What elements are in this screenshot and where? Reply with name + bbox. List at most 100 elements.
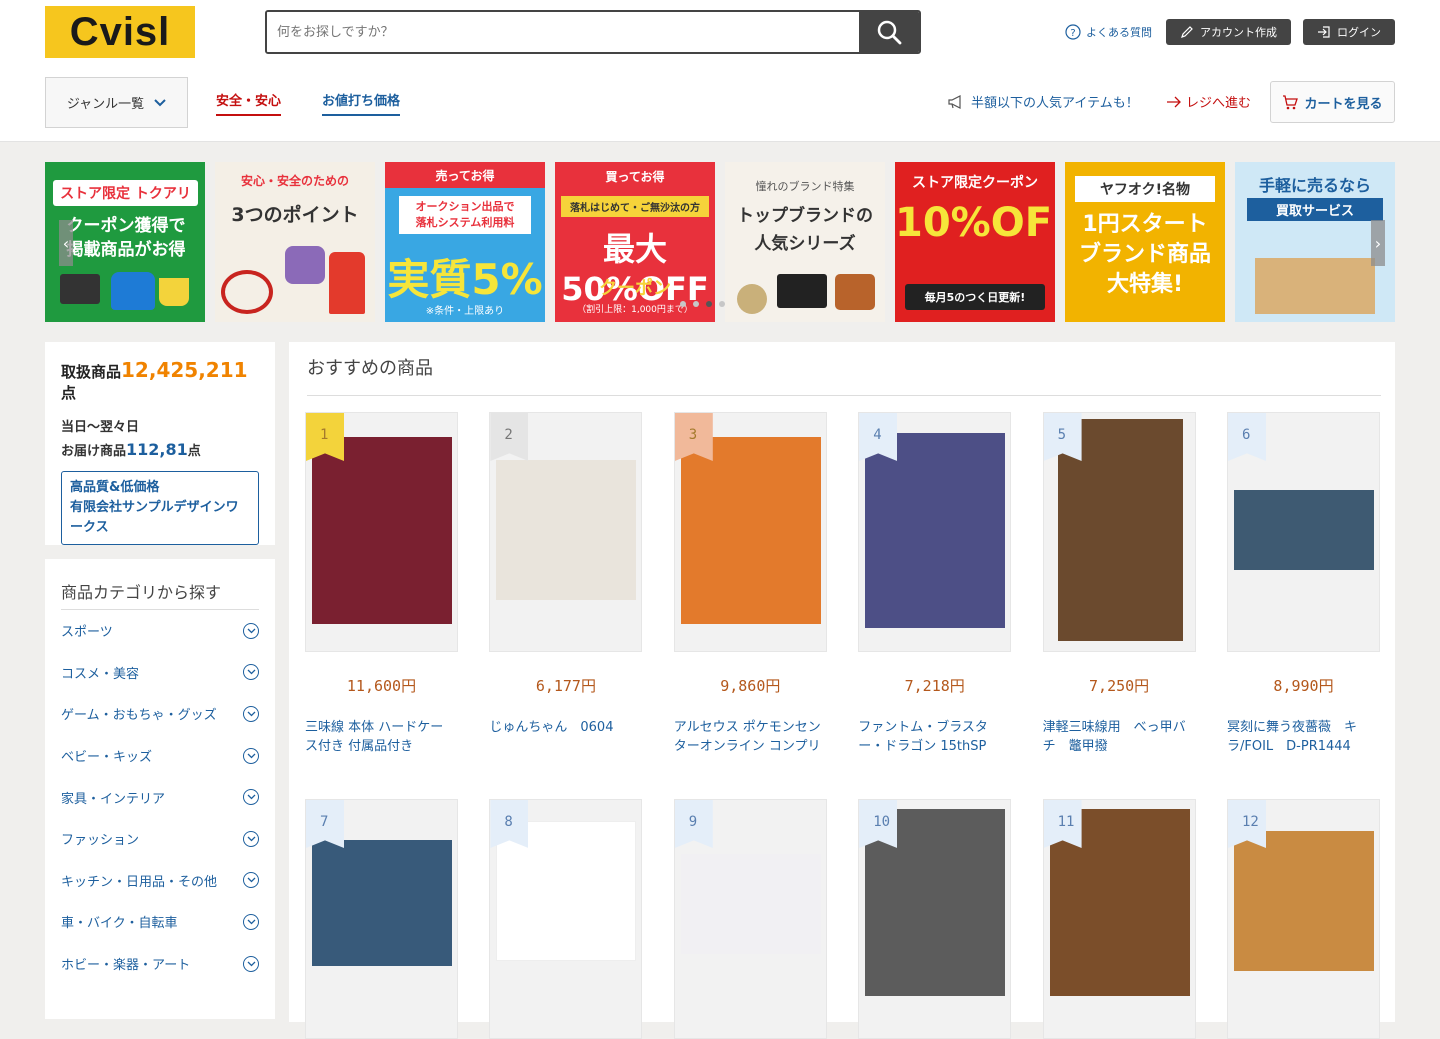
- genre-dropdown[interactable]: ジャンル一覧: [45, 77, 188, 128]
- total-unit: 点: [61, 384, 77, 402]
- banner-top-brands[interactable]: 憧れのブランド特集 トップブランドの 人気シリーズ: [725, 162, 885, 322]
- signup-button[interactable]: アカウント作成: [1166, 19, 1291, 45]
- site-logo[interactable]: Cvisl: [45, 6, 195, 58]
- search-bar: [265, 10, 921, 54]
- category-label: ベビー・キッズ: [61, 750, 153, 766]
- rank-badge: 6: [1228, 413, 1266, 461]
- svg-text:?: ?: [1070, 28, 1075, 39]
- checkout-link[interactable]: レジへ進む: [1166, 92, 1251, 111]
- chevron-down-icon[interactable]: [243, 830, 259, 847]
- login-icon: [1318, 26, 1330, 38]
- delivery-items: 当日〜翌々日 お届け商品112,81点: [61, 417, 259, 463]
- chevron-down-icon[interactable]: [243, 872, 259, 889]
- category-sidebar: 商品カテゴリから探す スポーツ コスメ・美容 ゲーム・おもちゃ・グッズ ベビー・キッズ…: [45, 559, 275, 1019]
- product-image-frame[interactable]: 2: [489, 412, 643, 652]
- chevron-down-icon[interactable]: [243, 913, 259, 930]
- carousel-dot[interactable]: [680, 301, 686, 307]
- banner-one-yen[interactable]: ヤフオク!名物 1円スタート ブランド商品 大特集!: [1065, 162, 1225, 322]
- stats-panel: 取扱商品12,425,211 点 当日〜翌々日 お届け商品112,81点 高品質&…: [45, 342, 275, 545]
- banner-3-note: ※条件・上限あり: [425, 306, 505, 317]
- tab-bargain[interactable]: お値打ち価格: [322, 90, 401, 116]
- tab-safety[interactable]: 安全・安心: [216, 90, 282, 116]
- carousel-next-button[interactable]: ›: [1371, 220, 1385, 266]
- coat-icon: [329, 252, 365, 314]
- banner-4-sub: 落札はじめて・ご無沙汰の方: [561, 196, 709, 217]
- recommend-title: おすすめの商品: [307, 358, 433, 379]
- login-button[interactable]: ログイン: [1303, 19, 1395, 45]
- banner-store-coupon[interactable]: ストア限定クーポン 10%OFF 毎月5のつく日更新!: [895, 162, 1055, 322]
- category-item[interactable]: スポーツ: [61, 610, 259, 652]
- carousel-prev-button[interactable]: ‹: [59, 220, 73, 266]
- product-image-frame[interactable]: 4: [858, 412, 1012, 652]
- category-item[interactable]: ホビー・楽器・アート: [61, 943, 259, 985]
- product-title[interactable]: じゅんちゃん 0604: [489, 718, 639, 756]
- category-item[interactable]: コスメ・美容: [61, 652, 259, 694]
- carousel-dot[interactable]: [719, 301, 725, 307]
- product-title[interactable]: 津軽三味線用 べっ甲バチ 鼈甲撥: [1043, 718, 1193, 756]
- cart-button[interactable]: カートを見る: [1270, 81, 1395, 123]
- carousel-dot-active[interactable]: [706, 301, 712, 307]
- banner-7-main: 1円スタート ブランド商品 大特集!: [1078, 212, 1211, 297]
- category-item[interactable]: キッチン・日用品・その他: [61, 860, 259, 902]
- faq-link[interactable]: ? よくある質問: [1065, 24, 1152, 40]
- category-item[interactable]: 家具・インテリア: [61, 776, 259, 818]
- product-image-frame[interactable]: 10: [858, 799, 1012, 1039]
- shop-link[interactable]: 高品質&低価格 有限会社サンプルデザインワークス: [61, 471, 259, 545]
- mug-icon: [159, 278, 189, 306]
- chevron-down-icon[interactable]: [243, 664, 259, 681]
- carousel-dots: [680, 301, 725, 307]
- banner-5-main: トップブランドの 人気シリーズ: [737, 206, 873, 254]
- banner-3-main: 実質5%: [387, 255, 543, 304]
- banner-seller-fee[interactable]: 売ってお得 オークション出品で 落札システム利用料 実質5% ※条件・上限あり: [385, 162, 545, 322]
- product-image-frame[interactable]: 5: [1042, 412, 1196, 652]
- product-title[interactable]: アルセウス ポケモンセンターオンライン コンプリート: [674, 718, 824, 756]
- checkout-label: レジへ進む: [1186, 96, 1252, 111]
- category-label: コスメ・美容: [61, 666, 140, 682]
- promo-text: 半額以下の人気アイテムも！: [971, 96, 1139, 111]
- product-title[interactable]: 三味線 本体 ハードケース付き 付属品付き: [305, 718, 455, 756]
- category-item[interactable]: 車・バイク・自転車: [61, 901, 259, 943]
- product-price: 11,600円: [346, 677, 417, 695]
- banner-buyer-coupon[interactable]: 買ってお得 落札はじめて・ご無沙汰の方 最大50%OFF クーポン （割引上限：…: [555, 162, 715, 322]
- product-image-frame[interactable]: 6: [1227, 412, 1380, 652]
- banner-2-main: 3つのポイント: [231, 204, 359, 226]
- product-image-frame[interactable]: 11: [1042, 799, 1196, 1039]
- banner-8-top: 手軽に売るなら: [1258, 176, 1371, 195]
- chevron-down-icon[interactable]: [243, 705, 259, 722]
- delivery-label: 当日〜翌々日: [61, 420, 140, 435]
- product-photo: [865, 433, 1006, 628]
- delivery-count: 112,81: [126, 440, 188, 459]
- category-list: スポーツコスメ・美容ゲーム・おもちゃ・グッズベビー・キッズ家具・インテリア ファッ…: [61, 610, 259, 984]
- total-count: 12,425,211: [121, 358, 248, 382]
- product-image-frame[interactable]: 3: [673, 412, 827, 652]
- banner-1-top: ストア限定 トクアリ: [53, 180, 198, 206]
- banner-carousel: ストア限定 トクアリ クーポン獲得で 掲載商品がお得 安心・安全のための 3つの…: [45, 162, 1395, 322]
- promo-link[interactable]: 半額以下の人気アイテムも！: [948, 92, 1139, 111]
- chevron-down-icon[interactable]: [243, 622, 259, 639]
- product-image-frame[interactable]: 9: [673, 799, 827, 1039]
- delivery-label2: お届け商品: [61, 444, 127, 459]
- chevron-down-icon[interactable]: [243, 789, 259, 806]
- product-title[interactable]: 冥刻に舞う夜薔薇 キラ/FOIL D-PR1444: [1227, 718, 1377, 756]
- product-image-frame[interactable]: 7: [305, 799, 458, 1039]
- search-button[interactable]: [859, 12, 919, 52]
- banner-7-top: ヤフオク!名物: [1075, 176, 1215, 202]
- product-photo: [1234, 490, 1374, 570]
- product-image-frame[interactable]: 8: [489, 799, 643, 1039]
- watch-icon: [737, 284, 767, 314]
- banner-safety-points[interactable]: 安心・安全のための 3つのポイント: [215, 162, 375, 322]
- product-photo: [680, 437, 821, 624]
- category-item[interactable]: ファッション: [61, 818, 259, 860]
- chevron-down-icon[interactable]: [243, 955, 259, 972]
- search-input[interactable]: [267, 12, 859, 52]
- total-label: 取扱商品: [61, 363, 122, 381]
- category-label: キッチン・日用品・その他: [61, 874, 218, 890]
- product-image-frame[interactable]: 12: [1227, 799, 1380, 1039]
- category-item[interactable]: ゲーム・おもちゃ・グッズ: [61, 693, 259, 735]
- carousel-dot[interactable]: [693, 301, 699, 307]
- question-icon: ?: [1065, 24, 1081, 40]
- product-title[interactable]: ファントム・ブラスター・ドラゴン 15thSP: [858, 718, 1008, 756]
- product-image-frame[interactable]: 1: [305, 412, 458, 652]
- chevron-down-icon[interactable]: [243, 747, 259, 764]
- category-item[interactable]: ベビー・キッズ: [61, 735, 259, 777]
